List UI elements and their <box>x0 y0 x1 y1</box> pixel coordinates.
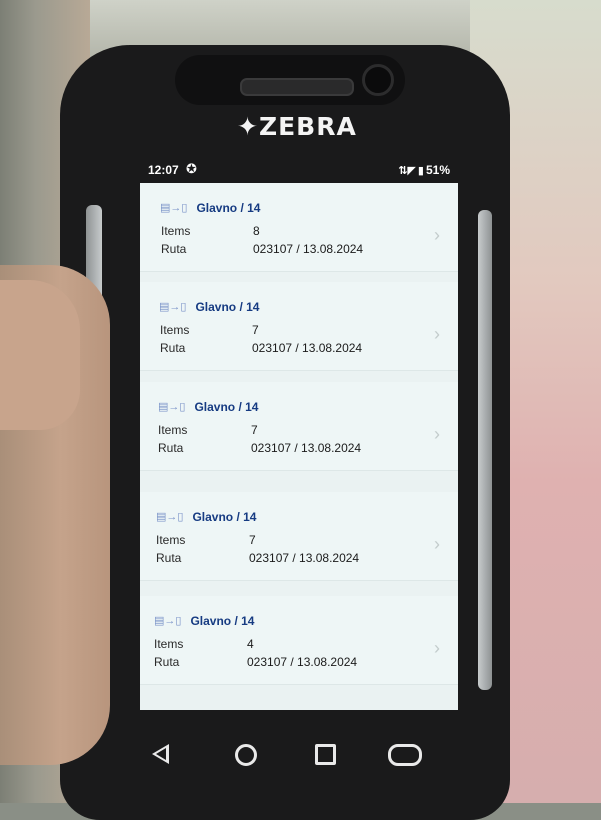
card-title: ▤→▯ Glavno / 14 <box>154 614 255 628</box>
list-item[interactable]: ▤→▯ Glavno / 14 Items 4 Ruta 023107 / 13.… <box>140 596 458 685</box>
route-value: 023107 / 13.08.2024 <box>247 655 358 669</box>
card-title: ▤→▯ Glavno / 14 <box>159 300 260 314</box>
battery-icon: ▮ <box>417 165 424 177</box>
front-camera <box>362 64 394 96</box>
sync-icon: ✪ <box>186 161 197 176</box>
route-label: Ruta <box>154 655 180 669</box>
status-right-group: ⇅◤ ▮ 51% <box>398 163 450 177</box>
chevron-right-icon: › <box>434 534 440 554</box>
back-icon[interactable] <box>152 744 169 764</box>
list-item[interactable]: ▤→▯ Glavno / 14 Items 7 Ruta 023107 / 13.… <box>140 492 458 581</box>
items-value: 4 <box>247 637 254 651</box>
transfer-icon: ▤→▯ <box>160 202 188 214</box>
chevron-right-icon: › <box>434 638 440 658</box>
transfer-icon: ▤→▯ <box>154 615 182 627</box>
chevron-right-icon: › <box>434 225 440 245</box>
chevron-right-icon: › <box>434 424 440 444</box>
items-label: Items <box>156 533 186 547</box>
recents-icon[interactable] <box>315 744 336 765</box>
home-icon[interactable] <box>235 744 257 766</box>
card-title: ▤→▯ Glavno / 14 <box>156 510 257 524</box>
app-screen: ▤→▯ Glavno / 14 Items 8 Ruta 023107 / 13.… <box>140 183 458 710</box>
items-value: 7 <box>251 423 258 437</box>
card-title: ▤→▯ Glavno / 14 <box>158 400 259 414</box>
route-label: Ruta <box>156 551 182 565</box>
items-value: 7 <box>252 323 259 337</box>
zebra-head-icon: ✦ <box>237 112 259 141</box>
signal-icon: ⇅◤ <box>398 165 416 177</box>
speaker-grille <box>240 78 354 96</box>
transfer-icon: ▤→▯ <box>158 401 186 413</box>
transfer-icon: ▤→▯ <box>156 511 184 523</box>
list-item[interactable]: ▤→▯ Glavno / 14 Items 8 Ruta 023107 / 13.… <box>140 183 458 272</box>
status-time: 12:07 <box>148 163 179 177</box>
battery-level: 51% <box>425 163 450 177</box>
route-label: Ruta <box>158 441 184 455</box>
items-label: Items <box>160 323 190 337</box>
assistant-icon[interactable] <box>388 744 422 766</box>
thumb <box>0 280 80 430</box>
transfer-icon: ▤→▯ <box>159 301 187 313</box>
route-value: 023107 / 13.08.2024 <box>249 551 360 565</box>
list-item[interactable]: ▤→▯ Glavno / 14 Items 7 Ruta 023107 / 13.… <box>140 382 458 471</box>
route-value: 023107 / 13.08.2024 <box>252 341 363 355</box>
route-label: Ruta <box>160 341 186 355</box>
card-title: ▤→▯ Glavno / 14 <box>160 201 261 215</box>
navigation-bar <box>140 712 458 804</box>
items-value: 7 <box>249 533 256 547</box>
list-item[interactable]: ▤→▯ Glavno / 14 Items 7 Ruta 023107 / 13.… <box>140 282 458 371</box>
chevron-right-icon: › <box>434 324 440 344</box>
items-label: Items <box>154 637 184 651</box>
items-value: 8 <box>253 224 260 238</box>
items-label: Items <box>158 423 188 437</box>
route-value: 023107 / 13.08.2024 <box>251 441 362 455</box>
items-label: Items <box>161 224 191 238</box>
brand-logo: ✦ZEBRA <box>237 112 357 141</box>
route-label: Ruta <box>161 242 187 256</box>
route-value: 023107 / 13.08.2024 <box>253 242 364 256</box>
right-side-button <box>478 210 492 690</box>
status-bar: 12:07 ✪ ⇅◤ ▮ 51% <box>140 160 456 182</box>
